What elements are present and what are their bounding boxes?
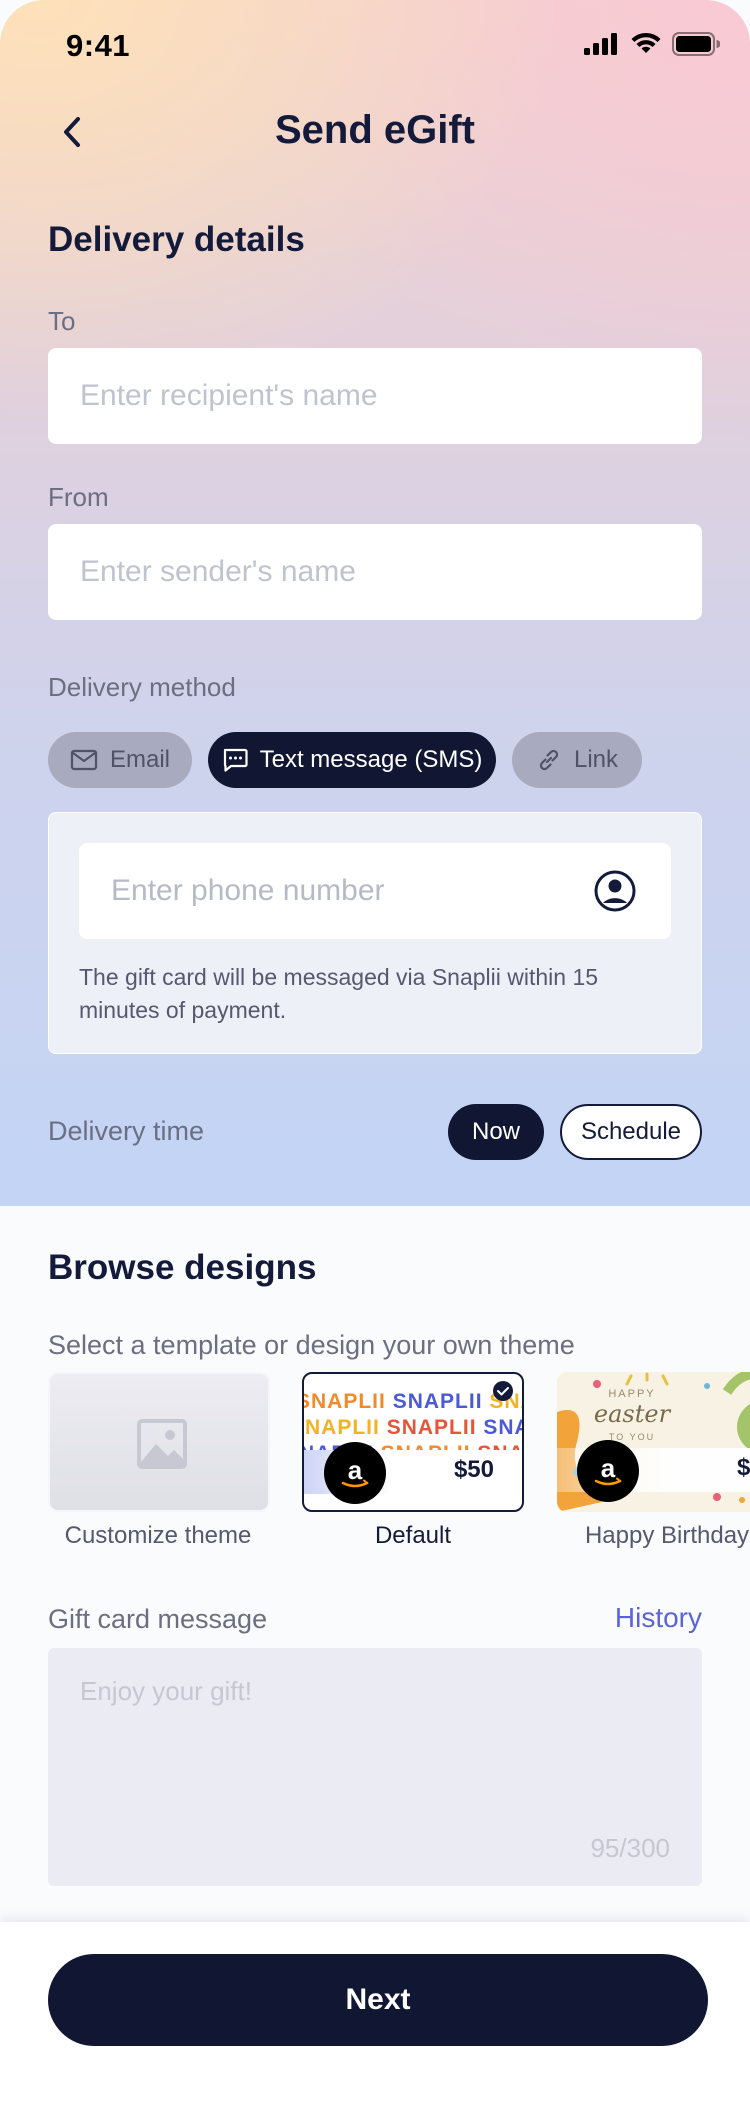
phone-delivery-box: The gift card will be messaged via Snapl… [48,812,702,1054]
svg-text:a: a [348,1455,363,1485]
image-placeholder-icon [137,1419,187,1469]
status-time: 9:41 [66,28,131,63]
delivery-time-now-button[interactable]: Now [448,1104,544,1160]
delivery-time-schedule-button[interactable]: Schedule [560,1104,702,1160]
selected-check-icon [493,1381,513,1401]
char-count: 95/300 [590,1833,670,1863]
sms-delivery-note: The gift card will be messaged via Snapl… [79,964,599,1023]
design-card-happy-birthday[interactable]: HAPPY easter TO YOU a $50 [557,1372,750,1512]
history-link[interactable]: History [615,1602,702,1634]
recipient-name-input[interactable] [48,348,702,444]
snaplii-pattern-row-1: SNAPLII SNAPLII SNAPLII [302,1390,522,1413]
to-label: To [48,306,76,336]
card-price: $50 [453,1456,494,1483]
status-icons [584,32,720,56]
email-method-label: Email [109,746,170,773]
easter-card-text-main: easter [593,1400,671,1428]
status-bar: 9:41 [0,0,750,92]
delivery-method-label: Delivery method [48,672,236,702]
card-price: $50 [736,1454,750,1481]
mail-icon [70,749,98,771]
snaplii-pattern-row-2: SNAPLII SNAPLII SNAPLII [304,1416,522,1439]
phone-number-input[interactable] [79,843,671,939]
delivery-details-title: Delivery details [48,220,305,259]
page-title: Send eGift [274,108,476,152]
browse-designs-subtitle: Select a template or design your own the… [48,1330,575,1360]
gift-message-label: Gift card message [48,1604,268,1634]
design-card-customize[interactable] [48,1372,270,1512]
wifi-icon [631,32,661,53]
design-label-happy-birthday: Happy Birthday [584,1522,750,1549]
amazon-logo-icon: a [324,1442,386,1504]
contact-picker-icon[interactable] [593,869,637,913]
sender-name-input[interactable] [48,524,702,620]
delivery-method-link[interactable]: Link [512,732,642,788]
from-label: From [48,482,109,512]
link-icon [539,749,559,771]
browse-designs-title: Browse designs [48,1248,317,1287]
delivery-time-label: Delivery time [48,1116,205,1146]
delivery-method-sms[interactable]: Text message (SMS) [208,732,496,788]
message-icon [223,748,248,772]
amazon-logo-icon: a [577,1440,639,1502]
easter-card-text-top: HAPPY [608,1388,656,1400]
signal-icon [584,33,617,55]
link-method-label: Link [573,746,619,773]
design-label-default: Default [374,1522,452,1549]
battery-icon [672,32,720,56]
sms-method-label: Text message (SMS) [259,746,483,773]
easter-card-text-bottom: TO YOU [608,1432,656,1442]
footer-bar: Next [0,1922,750,2126]
phone-input-wrapper [79,843,671,939]
next-button[interactable]: Next [48,1954,708,2046]
gift-message-box: 95/300 [48,1648,702,1886]
svg-text:a: a [601,1453,616,1483]
design-card-default[interactable]: SNAPLII SNAPLII SNAPLII SNAPLII SNAPLII … [302,1372,524,1512]
delivery-method-email[interactable]: Email [48,732,192,788]
design-label-customize: Customize theme [64,1522,252,1549]
